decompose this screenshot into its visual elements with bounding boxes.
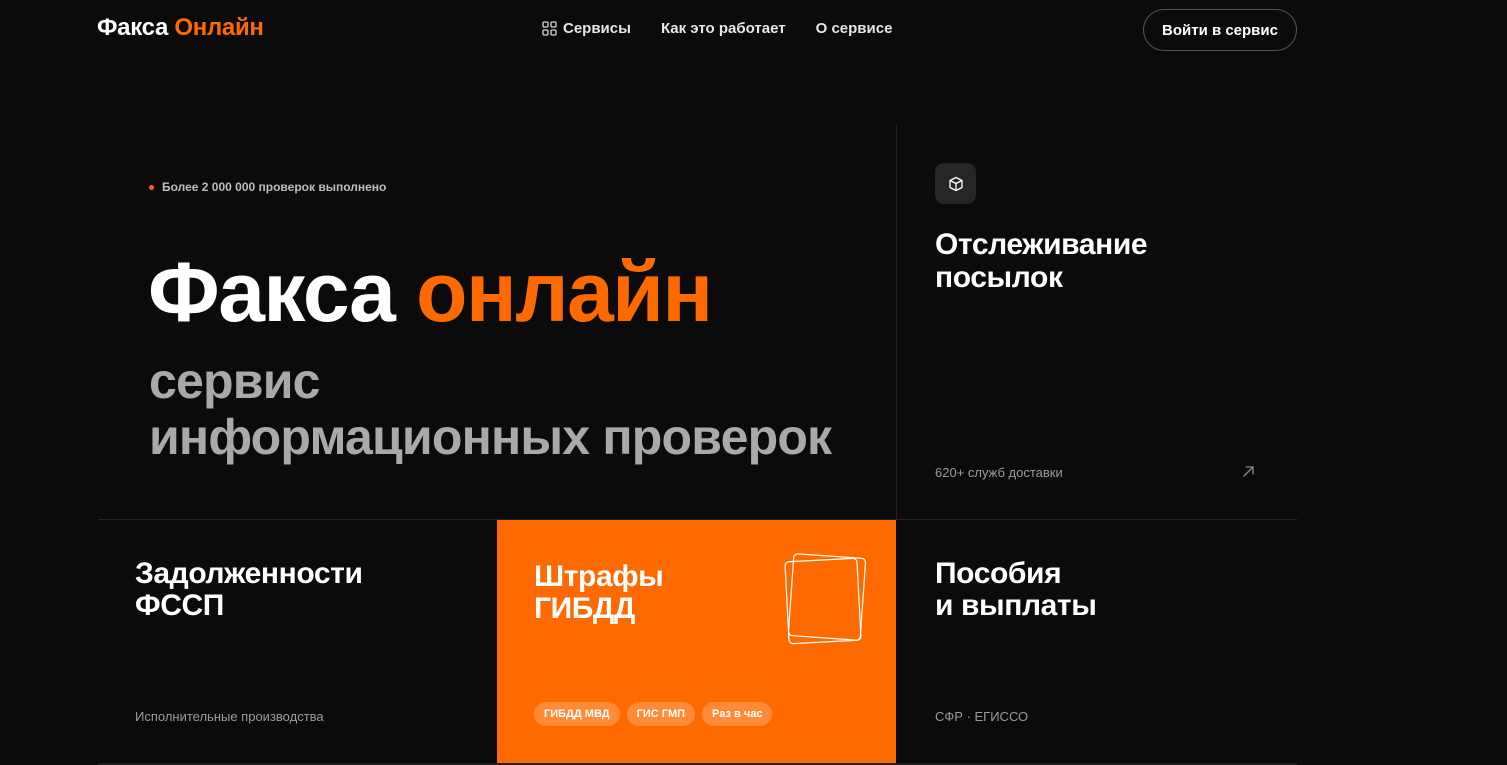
card-benefits-title: Пособия и выплаты — [935, 557, 1097, 622]
card-fssp[interactable]: Задолженности ФССП Исполнительные произв… — [98, 520, 496, 765]
tracking-footer: 620+ служб доставки — [935, 465, 1063, 480]
divider-vertical — [896, 125, 897, 519]
card-gibdd-title: Штрафы ГИБДД — [534, 560, 664, 625]
tracking-icon-box — [935, 163, 976, 204]
login-button[interactable]: Войти в сервис — [1143, 9, 1297, 51]
box-icon — [948, 176, 963, 191]
card-fssp-title-line2: ФССП — [135, 589, 224, 622]
card-fssp-title-line1: Задолженности — [135, 557, 363, 590]
card-gibdd-tags: ГИБДД МВД ГИС ГМП Раз в час — [534, 702, 773, 726]
card-benefits-title-line1: Пособия — [935, 557, 1062, 590]
logo[interactable]: Факса Онлайн — [97, 14, 264, 42]
hero-subtitle-line1: сервис — [149, 353, 320, 409]
card-benefits[interactable]: Пособия и выплаты СФР · ЕГИССО — [897, 520, 1297, 765]
card-benefits-footer: СФР · ЕГИССО — [935, 709, 1029, 724]
card-fssp-footer: Исполнительные производства — [135, 709, 324, 724]
nav-item-services[interactable]: Сервисы — [542, 20, 631, 37]
hero-subtitle: сервис информационных проверок — [149, 353, 832, 465]
logo-accent: Онлайн — [174, 14, 264, 41]
status-dot — [149, 184, 154, 190]
tracking-title-line1: Отслеживание — [935, 228, 1148, 261]
grid-icon — [542, 21, 557, 36]
tracking-title[interactable]: Отслеживание посылок — [935, 228, 1148, 294]
hero-title: Факса онлайн — [148, 250, 713, 334]
card-benefits-title-line2: и выплаты — [935, 589, 1097, 622]
nav-item-how-it-works[interactable]: Как это работает — [661, 20, 786, 37]
nav-label-services: Сервисы — [563, 20, 631, 37]
hero-title-main: Факса — [148, 245, 396, 339]
card-gibdd-title-line1: Штрафы — [534, 560, 664, 593]
card-gibdd-title-line2: ГИБДД — [534, 592, 635, 625]
stat-text: Более 2 000 000 проверок выполнено — [162, 180, 387, 194]
tag-hourly: Раз в час — [702, 702, 773, 726]
arrow-up-right-icon[interactable] — [1242, 465, 1255, 478]
tracking-title-line2: посылок — [935, 261, 1063, 294]
tag-gibdd-mvd: ГИБДД МВД — [534, 702, 620, 726]
hero-subtitle-line2: информационных проверок — [149, 409, 832, 465]
hero-title-accent: онлайн — [416, 245, 713, 339]
nav-label-how-it-works: Как это работает — [660, 20, 786, 37]
stat-badge: Более 2 000 000 проверок выполнено — [149, 180, 386, 194]
logo-main: Факса — [97, 14, 169, 41]
main-nav: Сервисы Как это работает О сервисе — [542, 20, 892, 37]
card-fssp-title: Задолженности ФССП — [135, 558, 363, 622]
tag-gis-gmp: ГИС ГМП — [626, 702, 696, 726]
header: Факса Онлайн Сервисы Как это работает О … — [0, 0, 1507, 62]
nav-item-about[interactable]: О сервисе — [816, 20, 893, 37]
documents-icon — [784, 553, 867, 645]
card-gibdd[interactable]: Штрафы ГИБДД ГИБДД МВД ГИС ГМП Раз в час — [497, 520, 896, 765]
nav-label-about: О сервисе — [815, 20, 893, 37]
